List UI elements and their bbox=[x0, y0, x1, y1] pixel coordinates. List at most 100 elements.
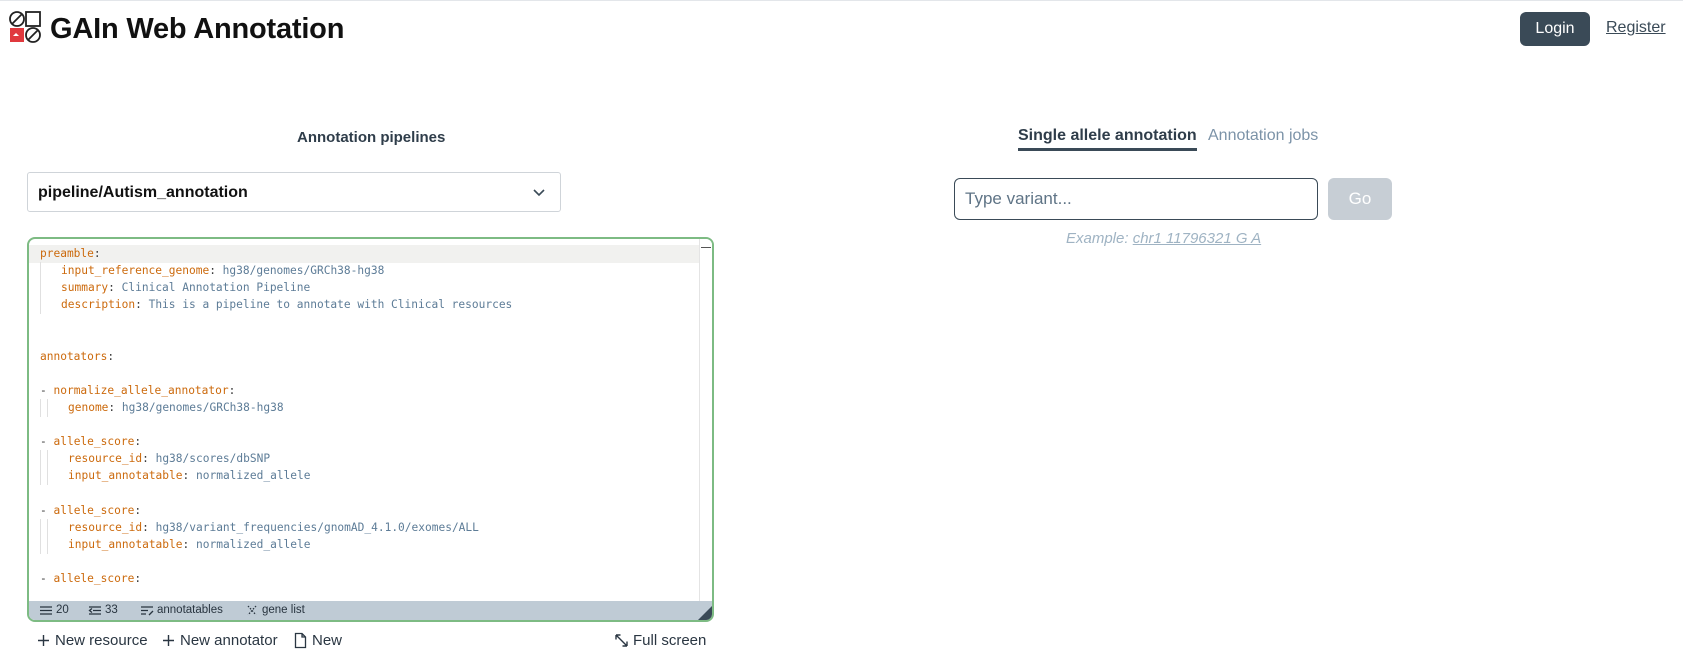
login-button[interactable]: Login bbox=[1520, 12, 1590, 46]
code-line[interactable] bbox=[29, 313, 699, 331]
code-line[interactable] bbox=[29, 416, 699, 434]
pipeline-select[interactable]: pipeline/Autism_annotation bbox=[27, 172, 561, 212]
indent-guide bbox=[40, 279, 41, 298]
code-line[interactable] bbox=[29, 553, 699, 571]
file-icon bbox=[294, 632, 307, 649]
go-button[interactable]: Go bbox=[1328, 178, 1392, 220]
indent-guide bbox=[47, 518, 48, 537]
code-token: input_reference_genome bbox=[61, 264, 210, 278]
annotatables-button[interactable]: annotatables bbox=[140, 604, 223, 616]
code-text: resource_id: hg38/variant_frequencies/gn… bbox=[68, 519, 479, 537]
code-token: : bbox=[182, 469, 196, 483]
code-line[interactable]: input_annotatable: normalized_allele bbox=[29, 467, 699, 486]
code-line[interactable]: summary: Clinical Annotation Pipeline bbox=[29, 279, 699, 298]
new-resource-button[interactable]: New resource bbox=[36, 632, 148, 649]
code-token: - bbox=[40, 383, 54, 397]
indent-guide bbox=[40, 535, 41, 554]
register-link[interactable]: Register bbox=[1606, 19, 1666, 37]
code-line[interactable]: - allele_score: bbox=[29, 433, 699, 451]
code-text: - allele_score: bbox=[40, 502, 141, 520]
code-line[interactable] bbox=[29, 484, 699, 502]
code-token: normalized_allele bbox=[196, 469, 311, 483]
column-count-value: 33 bbox=[105, 604, 118, 616]
new-annotator-button[interactable]: New annotator bbox=[161, 632, 278, 649]
full-screen-label: Full screen bbox=[633, 632, 707, 649]
code-line[interactable]: description: This is a pipeline to annot… bbox=[29, 296, 699, 315]
tab-single-allele-annotation[interactable]: Single allele annotation bbox=[1018, 127, 1197, 151]
code-line[interactable]: - allele_score: bbox=[29, 502, 699, 520]
code-token: : bbox=[142, 520, 156, 534]
example-prefix: Example: bbox=[1066, 230, 1133, 247]
top-border bbox=[0, 0, 1683, 1]
new-resource-label: New resource bbox=[55, 632, 148, 649]
code-text: preamble: bbox=[40, 245, 101, 263]
gene-list-icon bbox=[247, 605, 257, 615]
code-token: preamble bbox=[40, 247, 94, 260]
variant-input[interactable] bbox=[954, 178, 1318, 220]
code-token: allele_score bbox=[53, 503, 135, 517]
code-token: : bbox=[134, 503, 142, 517]
code-token: hg38/genomes/GRCh38-hg38 bbox=[121, 400, 284, 414]
new-file-button[interactable]: New bbox=[293, 632, 342, 649]
code-line[interactable]: input_annotatable: normalized_allele bbox=[29, 535, 699, 554]
example-variant-link[interactable]: chr1 11796321 G A bbox=[1133, 230, 1261, 247]
line-count: 20 bbox=[39, 604, 69, 616]
code-line[interactable]: annotators: bbox=[29, 348, 699, 366]
line-count-value: 20 bbox=[56, 604, 69, 616]
resize-handle[interactable] bbox=[698, 606, 712, 620]
code-token: allele_score bbox=[53, 571, 135, 585]
gene-list-button[interactable]: gene list bbox=[245, 604, 305, 616]
code-text: input_reference_genome: hg38/genomes/GRC… bbox=[61, 262, 384, 280]
lines-icon bbox=[40, 605, 52, 615]
full-screen-button[interactable]: Full screen bbox=[614, 632, 706, 649]
pipeline-select-value: pipeline/Autism_annotation bbox=[38, 184, 248, 201]
pipeline-yaml-editor[interactable]: preamble: input_reference_genome: hg38/ge… bbox=[27, 237, 714, 622]
code-line[interactable] bbox=[29, 331, 699, 349]
code-token: annotators bbox=[40, 349, 108, 363]
code-line[interactable] bbox=[29, 365, 699, 383]
code-text: annotators: bbox=[40, 348, 114, 366]
code-token: This is a pipeline to annotate with Clin… bbox=[148, 298, 513, 312]
code-token: normalized_allele bbox=[196, 537, 311, 551]
pipelines-heading: Annotation pipelines bbox=[297, 129, 446, 146]
indent-guide bbox=[47, 535, 48, 554]
code-token: hg38/scores/dbSNP bbox=[155, 452, 271, 466]
code-line[interactable]: resource_id: hg38/variant_frequencies/gn… bbox=[29, 518, 699, 537]
editor-statusbar: 20 33 annotatables gene list bbox=[29, 601, 712, 620]
code-token: : bbox=[108, 281, 122, 295]
code-text: summary: Clinical Annotation Pipeline bbox=[61, 279, 310, 297]
annotatables-icon bbox=[141, 605, 154, 615]
indent-guide bbox=[40, 450, 41, 469]
indent-guide bbox=[40, 398, 41, 417]
code-text: - normalize_allele_annotator: bbox=[40, 382, 235, 400]
code-text: description: This is a pipeline to annot… bbox=[61, 296, 512, 314]
code-token: hg38/variant_frequencies/gnomAD_4.1.0/ex… bbox=[155, 520, 479, 534]
code-token: - bbox=[40, 571, 54, 585]
code-token: resource_id bbox=[68, 452, 143, 466]
code-line[interactable]: - allele_score: bbox=[29, 570, 699, 588]
indent-guide bbox=[47, 450, 48, 469]
code-line[interactable]: - normalize_allele_annotator: bbox=[29, 382, 699, 400]
indent-guide bbox=[40, 262, 41, 281]
code-token: Clinical Annotation Pipeline bbox=[121, 281, 311, 295]
code-line[interactable]: genome: hg38/genomes/GRCh38-hg38 bbox=[29, 398, 699, 417]
code-area[interactable]: preamble: input_reference_genome: hg38/ge… bbox=[29, 239, 699, 601]
code-text: input_annotatable: normalized_allele bbox=[68, 536, 311, 554]
editor-scrollbar-thumb[interactable] bbox=[701, 247, 711, 248]
code-token: input_annotatable bbox=[68, 537, 183, 551]
tab-annotation-jobs[interactable]: Annotation jobs bbox=[1208, 127, 1318, 145]
expand-icon bbox=[615, 634, 628, 647]
indent-guide bbox=[40, 467, 41, 486]
editor-scrollbar[interactable] bbox=[699, 239, 712, 601]
code-token: : bbox=[142, 452, 156, 466]
code-line[interactable]: preamble: bbox=[29, 245, 699, 263]
indent-guide bbox=[40, 518, 41, 537]
code-token: description bbox=[61, 298, 136, 312]
gene-list-label: gene list bbox=[262, 604, 305, 616]
code-line[interactable]: resource_id: hg38/scores/dbSNP bbox=[29, 450, 699, 469]
code-text: genome: hg38/genomes/GRCh38-hg38 bbox=[68, 399, 284, 417]
indent-guide bbox=[40, 296, 41, 315]
code-token: hg38/genomes/GRCh38-hg38 bbox=[222, 264, 385, 278]
code-token: : bbox=[182, 537, 196, 551]
code-line[interactable]: input_reference_genome: hg38/genomes/GRC… bbox=[29, 262, 699, 281]
